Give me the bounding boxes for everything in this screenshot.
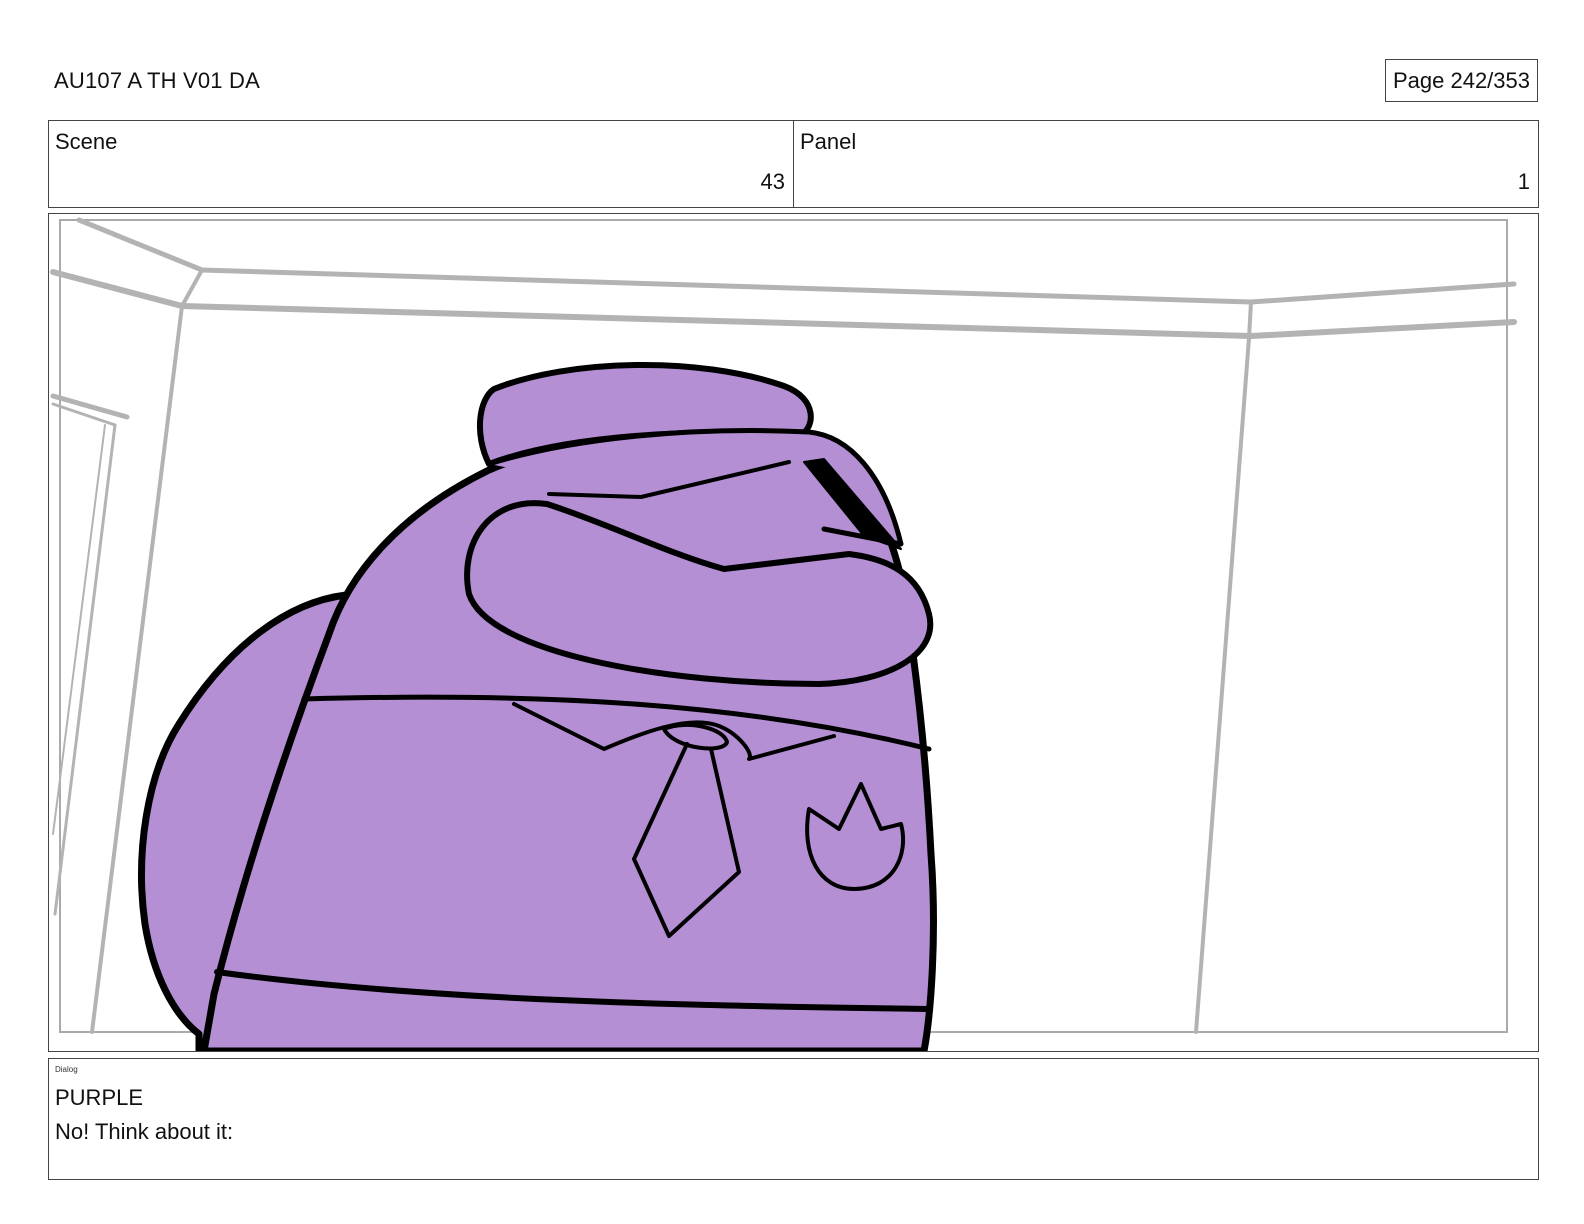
dialog-line: No! Think about it: [55,1119,234,1144]
document-title: AU107 A TH V01 DA [54,68,260,93]
page-counter: Page 242/353 [1385,59,1538,102]
scene-cell: Scene 43 [49,121,793,207]
scene-number: 43 [760,169,785,194]
panel-cell: Panel 1 [793,121,1538,207]
dialog-box: Dialog PURPLE No! Think about it: [48,1058,1539,1180]
dialog-tag: Dialog [55,1065,78,1074]
dialog-speaker: PURPLE [55,1085,144,1110]
panel-number: 1 [1517,169,1530,194]
storyboard-panel [48,213,1539,1052]
storyboard-page: AU107 A TH V01 DA Page 242/353 Scene 43 … [0,0,1584,1224]
scene-label: Scene [55,129,118,154]
panel-drawing [50,217,1517,1051]
purple-character [138,362,937,1051]
scene-panel-info: Scene 43 Panel 1 [48,120,1539,208]
panel-label: Panel [800,129,857,154]
